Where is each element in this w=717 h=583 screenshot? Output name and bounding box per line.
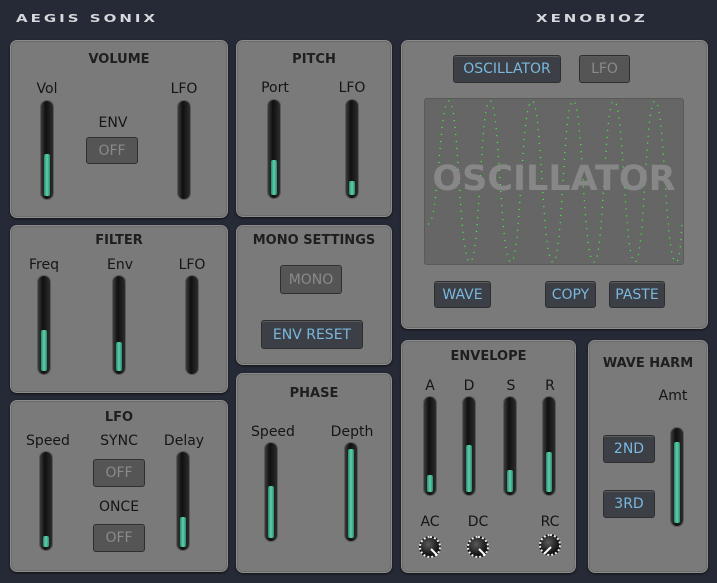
decay-slider-fill bbox=[466, 445, 472, 492]
app-brand-left: AEGIS SONIX bbox=[16, 12, 159, 25]
sync-label: SYNC bbox=[100, 433, 138, 449]
decay-slider[interactable] bbox=[463, 397, 475, 495]
port-slider-fill bbox=[271, 160, 277, 195]
ac-knob-pointer bbox=[430, 548, 439, 557]
wave-button[interactable]: WAVE bbox=[434, 281, 491, 308]
wave-harm-title: WAVE HARM bbox=[602, 356, 694, 371]
once-toggle-button[interactable]: OFF bbox=[93, 524, 145, 552]
release-slider-fill bbox=[546, 452, 552, 492]
volume-title: VOLUME bbox=[88, 52, 150, 67]
pitch-lfo-slider-fill bbox=[349, 181, 355, 195]
port-slider[interactable] bbox=[268, 100, 280, 198]
release-slider[interactable] bbox=[543, 397, 555, 495]
ac-knob[interactable] bbox=[419, 536, 441, 558]
envelope-title: ENVELOPE bbox=[450, 349, 527, 364]
envelope-panel: ENVELOPE A D S R AC DC RC bbox=[401, 340, 576, 573]
rc-knob[interactable] bbox=[539, 534, 561, 556]
paste-button[interactable]: PASTE bbox=[609, 281, 665, 308]
dc-knob[interactable] bbox=[467, 536, 489, 558]
mono-settings-title: MONO SETTINGS bbox=[252, 233, 376, 248]
once-label: ONCE bbox=[98, 499, 140, 515]
attack-label: A bbox=[425, 378, 435, 394]
sustain-label: S bbox=[506, 378, 516, 394]
release-label: R bbox=[545, 378, 555, 394]
phase-panel: PHASE Speed Depth bbox=[236, 373, 392, 573]
volume-lfo-slider[interactable] bbox=[178, 101, 190, 199]
pitch-panel: PITCH Port LFO bbox=[236, 40, 392, 217]
amt-slider[interactable] bbox=[671, 428, 683, 526]
pitch-title: PITCH bbox=[292, 52, 336, 67]
depth-label: Depth bbox=[330, 424, 374, 440]
phase-speed-slider[interactable] bbox=[265, 443, 277, 541]
vol-label: Vol bbox=[36, 81, 58, 97]
mono-settings-panel: MONO SETTINGS MONO ENV RESET bbox=[236, 225, 392, 365]
lfo-speed-label: Speed bbox=[26, 433, 70, 449]
mono-button[interactable]: MONO bbox=[280, 265, 342, 294]
lfo-title: LFO bbox=[104, 410, 134, 425]
filter-env-slider[interactable] bbox=[113, 276, 125, 374]
delay-slider-fill bbox=[180, 517, 186, 547]
filter-env-slider-fill bbox=[116, 342, 122, 371]
depth-slider-fill bbox=[348, 449, 354, 538]
pitch-lfo-label: LFO bbox=[338, 80, 366, 96]
wave-harm-panel: WAVE HARM Amt 2ND 3RD bbox=[588, 340, 708, 573]
filter-lfo-label: LFO bbox=[178, 257, 206, 273]
tab-lfo[interactable]: LFO bbox=[579, 55, 630, 83]
vol-slider-fill bbox=[44, 154, 50, 196]
ac-label: AC bbox=[420, 514, 440, 530]
phase-speed-label: Speed bbox=[251, 424, 295, 440]
delay-slider[interactable] bbox=[177, 452, 189, 550]
rc-knob-pointer bbox=[543, 546, 552, 555]
freq-slider-fill bbox=[41, 330, 47, 371]
pitch-lfo-slider[interactable] bbox=[346, 100, 358, 198]
lfo-speed-slider-fill bbox=[43, 536, 49, 547]
lfo-panel: LFO Speed SYNC OFF ONCE OFF Delay bbox=[10, 400, 228, 572]
amt-label: Amt bbox=[658, 388, 688, 404]
filter-lfo-slider[interactable] bbox=[186, 276, 198, 374]
amt-slider-fill bbox=[674, 442, 680, 523]
depth-slider[interactable] bbox=[345, 443, 357, 541]
dc-label: DC bbox=[467, 514, 489, 530]
port-label: Port bbox=[261, 80, 289, 96]
vol-slider[interactable] bbox=[41, 101, 53, 199]
oscillator-panel: OSCILLATOR LFO OSCILLATOR WAVE COPY PAST… bbox=[401, 40, 708, 329]
third-harmonic-button[interactable]: 3RD bbox=[603, 490, 655, 518]
sync-toggle-button[interactable]: OFF bbox=[93, 459, 145, 487]
sustain-slider[interactable] bbox=[504, 397, 516, 495]
dc-knob-pointer bbox=[478, 548, 487, 557]
filter-env-label: Env bbox=[106, 257, 133, 273]
phase-speed-slider-fill bbox=[268, 486, 274, 538]
env-label: ENV bbox=[98, 115, 128, 131]
app-brand-right: XENOBIOZ bbox=[536, 12, 648, 25]
volume-lfo-label: LFO bbox=[170, 81, 198, 97]
attack-slider-fill bbox=[427, 475, 433, 492]
second-harmonic-button[interactable]: 2ND bbox=[603, 435, 655, 463]
freq-slider[interactable] bbox=[38, 276, 50, 374]
copy-button[interactable]: COPY bbox=[545, 281, 596, 308]
freq-label: Freq bbox=[29, 257, 59, 273]
filter-panel: FILTER Freq Env LFO bbox=[10, 225, 228, 393]
attack-slider[interactable] bbox=[424, 397, 436, 495]
volume-panel: VOLUME Vol ENV OFF LFO bbox=[10, 40, 228, 218]
oscillator-display-text: OSCILLATOR bbox=[432, 159, 676, 199]
sustain-slider-fill bbox=[507, 470, 513, 492]
env-reset-button[interactable]: ENV RESET bbox=[261, 320, 363, 349]
tab-oscillator[interactable]: OSCILLATOR bbox=[453, 55, 561, 83]
delay-label: Delay bbox=[163, 433, 205, 449]
filter-title: FILTER bbox=[95, 233, 143, 248]
lfo-speed-slider[interactable] bbox=[40, 452, 52, 550]
env-toggle-button[interactable]: OFF bbox=[86, 137, 138, 164]
rc-label: RC bbox=[540, 514, 560, 530]
oscillator-display[interactable]: OSCILLATOR bbox=[424, 98, 684, 265]
decay-label: D bbox=[463, 378, 475, 394]
phase-title: PHASE bbox=[289, 386, 339, 401]
